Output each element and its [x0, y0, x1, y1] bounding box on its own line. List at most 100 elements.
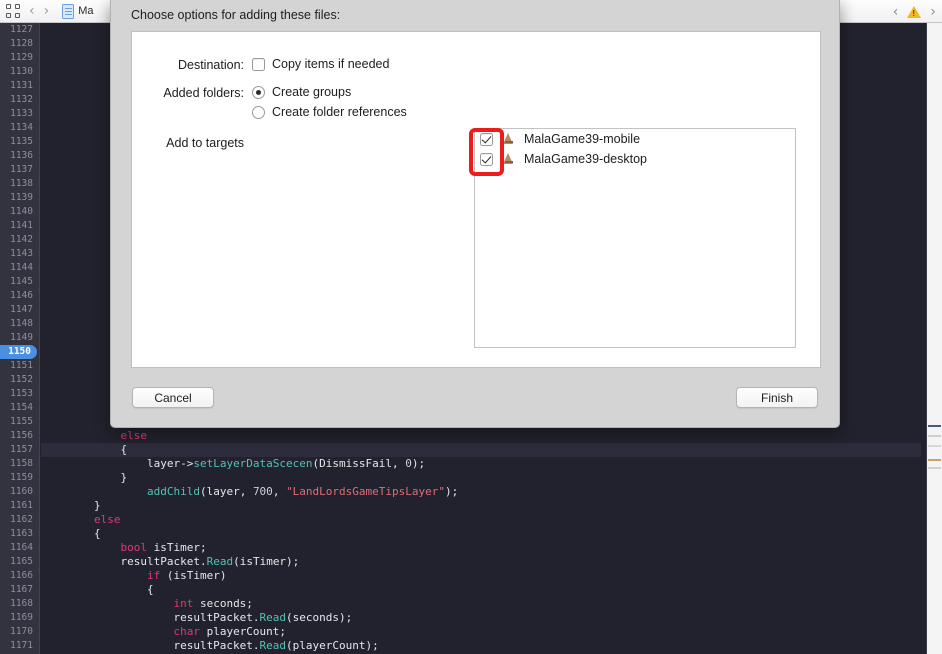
- code-token: (playerCount);: [286, 639, 379, 652]
- toolbar-right-group: ‹ ›: [893, 0, 936, 23]
- navigate-forward-button[interactable]: ›: [44, 4, 50, 18]
- targets-list[interactable]: MalaGame39-mobile MalaGame39-desktop: [474, 128, 796, 348]
- line-number[interactable]: 1163: [0, 527, 39, 541]
- line-number[interactable]: 1156: [0, 429, 39, 443]
- code-line[interactable]: else: [41, 513, 921, 527]
- line-number[interactable]: 1140: [0, 205, 39, 219]
- line-number[interactable]: 1137: [0, 163, 39, 177]
- code-token: layer->: [41, 457, 194, 470]
- line-number[interactable]: 1162: [0, 513, 39, 527]
- line-number[interactable]: 1145: [0, 275, 39, 289]
- code-line[interactable]: }: [41, 471, 921, 485]
- code-token: ,: [272, 485, 287, 498]
- code-line[interactable]: {: [41, 527, 921, 541]
- code-token: {: [41, 583, 154, 596]
- create-folder-references-label: Create folder references: [272, 105, 407, 119]
- line-number-gutter[interactable]: 1127 1128 1129 1130 1131 1132 1133 1134 1135 1136…: [0, 23, 40, 654]
- code-token: resultPacket.: [41, 611, 260, 624]
- issue-prev-button[interactable]: ‹: [893, 5, 899, 19]
- line-number[interactable]: 1164: [0, 541, 39, 555]
- code-token: (isTimer);: [233, 555, 300, 568]
- line-number[interactable]: 1138: [0, 177, 39, 191]
- code-token: int: [173, 597, 194, 610]
- line-number[interactable]: 1158: [0, 457, 39, 471]
- line-number[interactable]: 1169: [0, 611, 39, 625]
- line-number[interactable]: 1131: [0, 79, 39, 93]
- line-number[interactable]: 1149: [0, 331, 39, 345]
- line-number[interactable]: 1129: [0, 51, 39, 65]
- line-number[interactable]: 1130: [0, 65, 39, 79]
- line-number[interactable]: 1144: [0, 261, 39, 275]
- issue-next-button[interactable]: ›: [930, 5, 936, 19]
- line-number[interactable]: 1166: [0, 569, 39, 583]
- code-line[interactable]: addChild(layer, 700, "LandLordsGameTipsL…: [41, 485, 921, 499]
- code-line[interactable]: resultPacket.Read(playerCount);: [41, 639, 921, 653]
- line-number[interactable]: 1136: [0, 149, 39, 163]
- code-token: else: [120, 429, 147, 442]
- line-number[interactable]: 1155: [0, 415, 39, 429]
- toolbar-left-group: ‹ › Ma: [0, 3, 94, 19]
- target-list-item[interactable]: MalaGame39-mobile: [475, 129, 795, 149]
- minimap-mark: [928, 467, 941, 469]
- line-number[interactable]: 1139: [0, 191, 39, 205]
- line-number[interactable]: 1134: [0, 121, 39, 135]
- create-folder-references-radio[interactable]: [252, 106, 265, 119]
- line-number[interactable]: 1167: [0, 583, 39, 597]
- navigate-back-button[interactable]: ‹: [29, 4, 35, 18]
- line-number[interactable]: 1146: [0, 289, 39, 303]
- line-number[interactable]: 1150: [0, 345, 37, 359]
- copy-items-checkbox[interactable]: [252, 58, 265, 71]
- line-number[interactable]: 1133: [0, 107, 39, 121]
- code-line[interactable]: layer->setLayerDataScecen(DismissFail, 0…: [41, 457, 921, 471]
- line-number[interactable]: 1135: [0, 135, 39, 149]
- code-line[interactable]: {: [41, 443, 921, 457]
- line-number[interactable]: 1159: [0, 471, 39, 485]
- target-checkbox[interactable]: [480, 132, 493, 146]
- code-line[interactable]: int seconds;: [41, 597, 921, 611]
- code-line[interactable]: bool isTimer;: [41, 541, 921, 555]
- line-number[interactable]: 1152: [0, 373, 39, 387]
- line-number[interactable]: 1153: [0, 387, 39, 401]
- line-number[interactable]: 1151: [0, 359, 39, 373]
- code-line[interactable]: }: [41, 499, 921, 513]
- target-checkbox[interactable]: [480, 152, 493, 166]
- line-number[interactable]: 1143: [0, 247, 39, 261]
- editor-minimap-scrollbar[interactable]: [926, 23, 942, 654]
- code-line[interactable]: char playerCount;: [41, 625, 921, 639]
- minimap-mark: [928, 459, 941, 461]
- document-icon: [62, 3, 75, 19]
- line-number[interactable]: 1168: [0, 597, 39, 611]
- code-token: 700: [252, 485, 273, 498]
- finish-button[interactable]: Finish: [736, 387, 818, 408]
- code-token: {: [41, 443, 128, 456]
- line-number[interactable]: 1132: [0, 93, 39, 107]
- create-groups-radio[interactable]: [252, 86, 265, 99]
- cancel-button[interactable]: Cancel: [132, 387, 214, 408]
- line-number[interactable]: 1142: [0, 233, 39, 247]
- line-number[interactable]: 1160: [0, 485, 39, 499]
- code-line[interactable]: else: [41, 429, 921, 443]
- line-number[interactable]: 1141: [0, 219, 39, 233]
- line-number[interactable]: 1147: [0, 303, 39, 317]
- line-number[interactable]: 1171: [0, 639, 39, 653]
- open-file-tab[interactable]: Ma: [62, 3, 94, 19]
- warning-triangle-icon[interactable]: [907, 5, 922, 18]
- code-line[interactable]: resultPacket.Read(seconds);: [41, 611, 921, 625]
- line-number[interactable]: 1170: [0, 625, 39, 639]
- code-line[interactable]: {: [41, 583, 921, 597]
- code-line[interactable]: if (isTimer): [41, 569, 921, 583]
- grid-panels-icon[interactable]: [6, 4, 20, 18]
- code-token: if: [146, 569, 161, 582]
- line-number[interactable]: 1157: [0, 443, 39, 457]
- line-number[interactable]: 1154: [0, 401, 39, 415]
- line-number[interactable]: 1165: [0, 555, 39, 569]
- line-number[interactable]: 1127: [0, 23, 39, 37]
- code-line[interactable]: resultPacket.Read(isTimer);: [41, 555, 921, 569]
- line-number[interactable]: 1128: [0, 37, 39, 51]
- target-label: MalaGame39-desktop: [524, 152, 647, 166]
- target-list-item[interactable]: MalaGame39-desktop: [475, 149, 795, 169]
- line-number[interactable]: 1148: [0, 317, 39, 331]
- line-number[interactable]: 1161: [0, 499, 39, 513]
- code-token: isTimer;: [146, 541, 207, 554]
